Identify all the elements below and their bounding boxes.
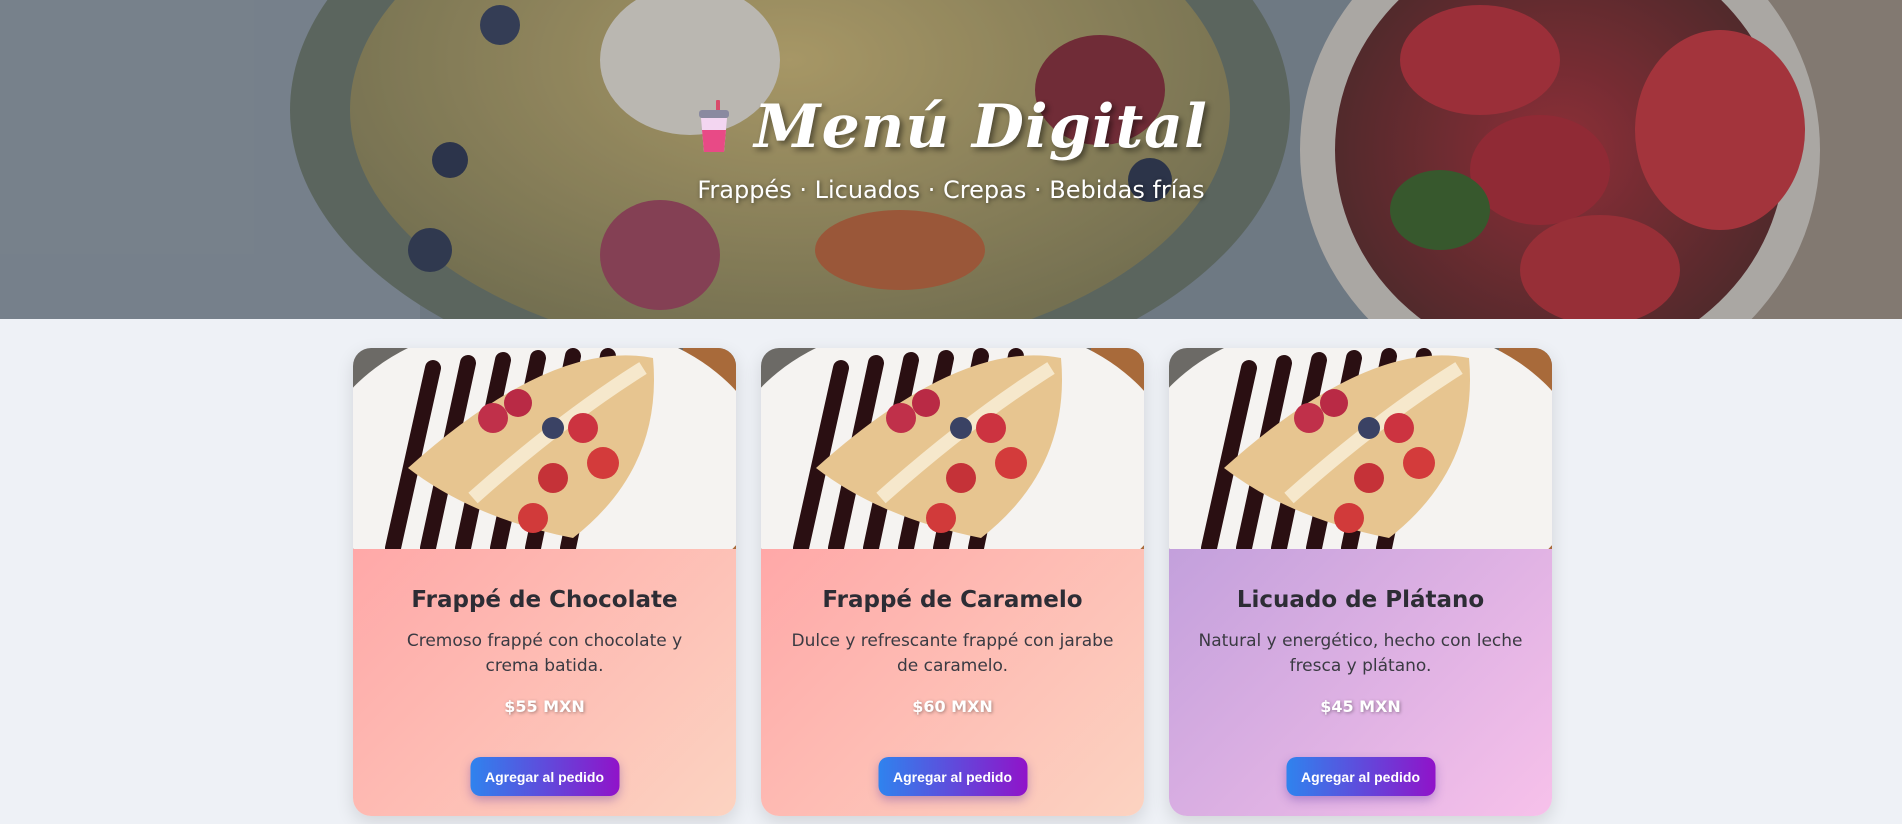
title-row: Menú Digital	[694, 92, 1208, 162]
product-description: Cremoso frappé con chocolate y crema bat…	[406, 631, 683, 676]
product-card: Frappé de Caramelo Dulce y refrescante f…	[761, 348, 1144, 816]
crepe-photo	[761, 348, 1144, 549]
add-to-order-button[interactable]: Agregar al pedido	[878, 757, 1027, 796]
hero-banner: Menú Digital Frappés · Licuados · Crepas…	[0, 0, 1902, 319]
crepe-photo	[353, 348, 736, 549]
product-price: $55 MXN	[504, 697, 585, 716]
add-to-order-button[interactable]: Agregar al pedido	[470, 757, 619, 796]
page-subtitle: Frappés · Licuados · Crepas · Bebidas fr…	[697, 176, 1205, 204]
crepe-photo	[1169, 348, 1552, 549]
product-price: $60 MXN	[912, 697, 993, 716]
product-card: Licuado de Plátano Natural y energético,…	[1169, 348, 1552, 816]
product-card: Frappé de Chocolate Cremoso frappé con c…	[353, 348, 736, 816]
product-price: $45 MXN	[1320, 697, 1401, 716]
product-name: Frappé de Caramelo	[822, 587, 1083, 613]
hero-content: Menú Digital Frappés · Licuados · Crepas…	[0, 92, 1902, 204]
product-name: Licuado de Plátano	[1236, 587, 1485, 613]
product-description: Natural y energético, hecho con leche fr…	[1198, 631, 1523, 676]
product-description: Dulce y refrescante frappé con jarabe de…	[791, 631, 1114, 676]
product-grid: Frappé de Chocolate Cremoso frappé con c…	[353, 348, 1552, 816]
product-name: Frappé de Chocolate	[411, 587, 678, 613]
add-to-order-button[interactable]: Agregar al pedido	[1286, 757, 1435, 796]
page-title: Menú Digital	[754, 92, 1208, 162]
cup-with-straw-icon	[699, 100, 730, 152]
